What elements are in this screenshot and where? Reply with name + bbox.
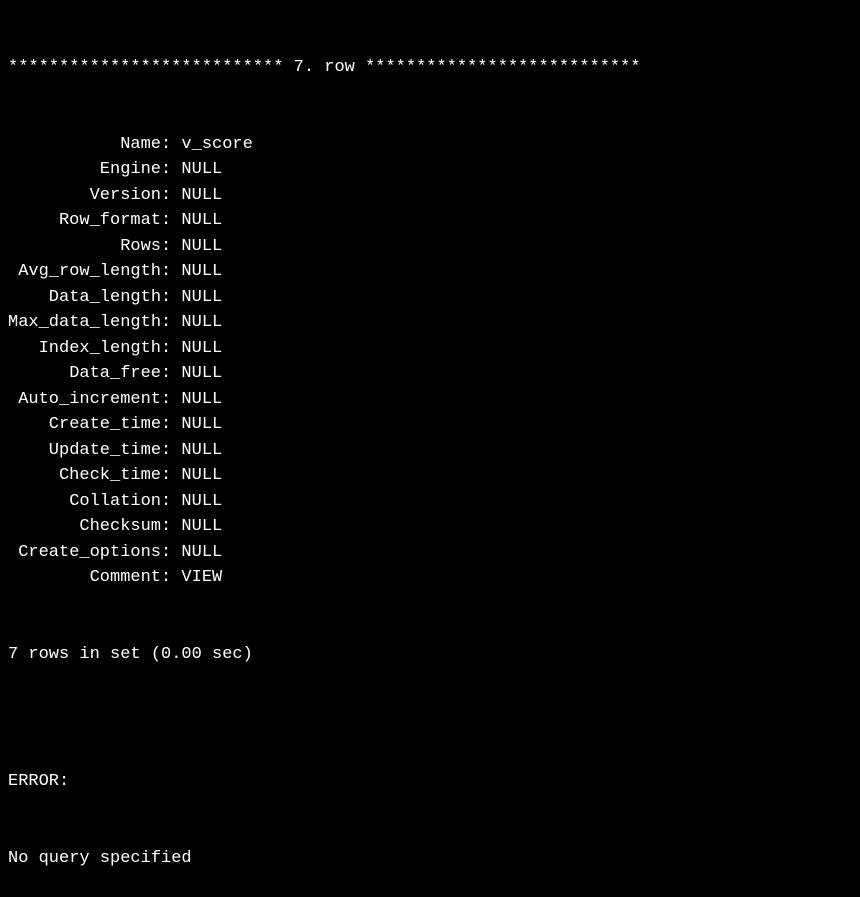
field-row: Row_format: NULL xyxy=(8,208,852,234)
field-separator: : xyxy=(161,412,181,438)
field-label: Checksum xyxy=(8,514,161,540)
error-label: ERROR: xyxy=(8,769,852,795)
field-separator: : xyxy=(161,208,181,234)
field-row: Auto_increment: NULL xyxy=(8,387,852,413)
field-row: Rows: NULL xyxy=(8,234,852,260)
header-right-stars: *************************** xyxy=(365,58,640,77)
field-row: Name: v_score xyxy=(8,132,852,158)
field-value: NULL xyxy=(181,285,222,311)
field-separator: : xyxy=(161,361,181,387)
field-label: Name xyxy=(8,132,161,158)
field-value: NULL xyxy=(181,438,222,464)
field-value: NULL xyxy=(181,361,222,387)
field-label: Row_format xyxy=(8,208,161,234)
field-label: Engine xyxy=(8,157,161,183)
field-separator: : xyxy=(161,489,181,515)
field-separator: : xyxy=(161,259,181,285)
field-value: NULL xyxy=(181,463,222,489)
row-header: *************************** 7. row *****… xyxy=(8,55,852,81)
field-row: Avg_row_length: NULL xyxy=(8,259,852,285)
field-value: NULL xyxy=(181,310,222,336)
field-row: Collation: NULL xyxy=(8,489,852,515)
field-label: Collation xyxy=(8,489,161,515)
field-label: Rows xyxy=(8,234,161,260)
field-separator: : xyxy=(161,463,181,489)
terminal-output: *************************** 7. row *****… xyxy=(8,4,852,897)
field-label: Auto_increment xyxy=(8,387,161,413)
header-row-label: 7. row xyxy=(283,58,365,77)
field-value: NULL xyxy=(181,157,222,183)
field-label: Data_free xyxy=(8,361,161,387)
field-separator: : xyxy=(161,132,181,158)
field-row: Index_length: NULL xyxy=(8,336,852,362)
header-left-stars: *************************** xyxy=(8,58,283,77)
field-separator: : xyxy=(161,157,181,183)
field-value: NULL xyxy=(181,234,222,260)
fields-list: Name: v_scoreEngine: NULLVersion: NULLRo… xyxy=(8,132,852,591)
field-label: Data_length xyxy=(8,285,161,311)
field-separator: : xyxy=(161,285,181,311)
field-separator: : xyxy=(161,183,181,209)
field-value: v_score xyxy=(181,132,252,158)
field-label: Check_time xyxy=(8,463,161,489)
field-row: Checksum: NULL xyxy=(8,514,852,540)
field-row: Data_length: NULL xyxy=(8,285,852,311)
field-row: Version: NULL xyxy=(8,183,852,209)
field-row: Max_data_length: NULL xyxy=(8,310,852,336)
field-separator: : xyxy=(161,310,181,336)
field-row: Check_time: NULL xyxy=(8,463,852,489)
field-value: NULL xyxy=(181,336,222,362)
field-value: NULL xyxy=(181,387,222,413)
field-separator: : xyxy=(161,234,181,260)
field-row: Create_options: NULL xyxy=(8,540,852,566)
field-value: NULL xyxy=(181,412,222,438)
field-separator: : xyxy=(161,387,181,413)
field-separator: : xyxy=(161,336,181,362)
field-label: Avg_row_length xyxy=(8,259,161,285)
field-label: Create_time xyxy=(8,412,161,438)
field-row: Comment: VIEW xyxy=(8,565,852,591)
field-label: Update_time xyxy=(8,438,161,464)
field-value: NULL xyxy=(181,514,222,540)
field-value: NULL xyxy=(181,183,222,209)
field-label: Comment xyxy=(8,565,161,591)
field-row: Update_time: NULL xyxy=(8,438,852,464)
field-value: NULL xyxy=(181,208,222,234)
field-separator: : xyxy=(161,540,181,566)
field-label: Index_length xyxy=(8,336,161,362)
field-value: NULL xyxy=(181,489,222,515)
field-separator: : xyxy=(161,438,181,464)
field-label: Max_data_length xyxy=(8,310,161,336)
field-row: Engine: NULL xyxy=(8,157,852,183)
summary-line: 7 rows in set (0.00 sec) xyxy=(8,642,852,668)
field-separator: : xyxy=(161,514,181,540)
error-message: No query specified xyxy=(8,846,852,872)
field-row: Create_time: NULL xyxy=(8,412,852,438)
field-value: NULL xyxy=(181,540,222,566)
field-label: Create_options xyxy=(8,540,161,566)
field-row: Data_free: NULL xyxy=(8,361,852,387)
field-label: Version xyxy=(8,183,161,209)
field-separator: : xyxy=(161,565,181,591)
field-value: NULL xyxy=(181,259,222,285)
field-value: VIEW xyxy=(181,565,222,591)
